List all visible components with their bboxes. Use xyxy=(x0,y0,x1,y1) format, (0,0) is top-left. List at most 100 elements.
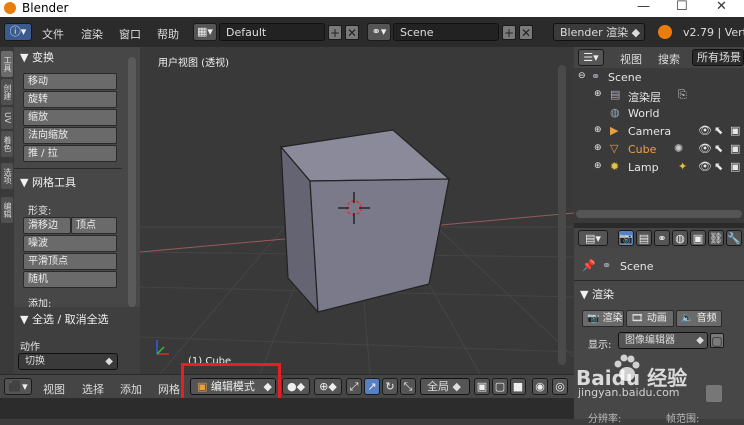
outliner-type-icon[interactable]: ☰▾ xyxy=(578,49,604,66)
outliner-row-render-layers[interactable]: ⊕ ▤ 渲染层 ⎘ xyxy=(574,87,744,105)
menu-file[interactable]: 文件 xyxy=(42,26,64,42)
outliner-row-world[interactable]: ◍ World xyxy=(574,105,744,123)
translate-manipulator-icon[interactable]: ↗ xyxy=(364,378,380,395)
edge-select-icon[interactable]: ▢ xyxy=(492,378,508,395)
expand-icon[interactable]: ⊕ xyxy=(594,89,602,99)
tab-edit[interactable]: 编辑 xyxy=(1,197,13,223)
menu-select[interactable]: 选择 xyxy=(82,381,104,397)
proportional-edit-icon[interactable]: ◎ xyxy=(552,378,568,395)
eye-icon[interactable]: 👁 xyxy=(698,142,712,155)
lock-interface-icon[interactable]: ▢ xyxy=(710,333,724,348)
collapse-icon[interactable]: ⊖ xyxy=(578,71,586,81)
layout-name-field[interactable]: Default xyxy=(219,23,325,41)
add-layout-button[interactable]: + xyxy=(328,25,342,40)
scale-button[interactable]: 缩放 xyxy=(23,109,117,126)
cursor-restrict-icon[interactable]: ⬉ xyxy=(714,142,723,155)
menu-add[interactable]: 添加 xyxy=(120,381,142,397)
shrink-fatten-button[interactable]: 法向缩放 xyxy=(23,127,117,144)
editor-type-icon[interactable]: ⬛▾ xyxy=(4,378,32,395)
menu-render[interactable]: 渲染 xyxy=(81,26,103,42)
menu-window[interactable]: 窗口 xyxy=(119,26,141,42)
display-mode-select[interactable]: 所有场景 xyxy=(692,49,744,66)
render-layers-tab-icon[interactable]: ▤ xyxy=(636,230,652,246)
render-engine-select[interactable]: Blender 渲染 ◆ xyxy=(553,23,645,41)
menu-view[interactable]: 视图 xyxy=(43,381,65,397)
minimize-button[interactable]: — xyxy=(637,0,650,14)
smooth-vertex-button[interactable]: 平滑顶点 xyxy=(23,253,117,270)
tab-create[interactable]: 创建 xyxy=(1,79,13,105)
render-image-button[interactable]: 📷 渲染 xyxy=(582,310,624,327)
world-tab-icon[interactable]: ◍ xyxy=(672,230,688,246)
render-restrict-icon[interactable]: ▣ xyxy=(730,124,740,137)
close-button[interactable]: ✕ xyxy=(716,0,727,14)
rotate-button[interactable]: 旋转 xyxy=(23,91,117,108)
face-select-icon[interactable]: ■ xyxy=(510,378,526,395)
expand-icon[interactable]: ⊕ xyxy=(594,125,602,135)
modifiers-tab-icon[interactable]: 🔧 xyxy=(726,230,742,246)
info-editor-type-button[interactable]: ⓘ▾ xyxy=(4,23,32,41)
add-scene-button[interactable]: + xyxy=(502,25,516,40)
tab-options[interactable]: 选项 xyxy=(1,163,13,189)
scene-icon[interactable]: ⚭▾ xyxy=(367,23,391,41)
action-select[interactable]: 切换 ◆ xyxy=(18,353,118,370)
properties-type-icon[interactable]: ▤▾ xyxy=(578,230,608,246)
window-titlebar: Blender — ☐ ✕ xyxy=(0,0,744,17)
outliner-row-scene[interactable]: ⊖ ⚭ Scene xyxy=(574,69,744,87)
vertex-select-icon[interactable]: ▣ xyxy=(474,378,490,395)
eye-icon[interactable]: 👁 xyxy=(698,160,712,173)
viewport-scrollbar[interactable] xyxy=(558,65,566,365)
tab-uv[interactable]: UV xyxy=(1,107,13,129)
render-animation-button[interactable]: 🎞 动画 xyxy=(626,310,674,327)
transform-manipulator-icon[interactable]: ⤢ xyxy=(346,378,362,395)
render-audio-button[interactable]: 🔈 音频 xyxy=(676,310,722,327)
constraints-tab-icon[interactable]: ⛓ xyxy=(708,230,724,246)
maximize-button[interactable]: ☐ xyxy=(676,0,688,14)
screen-layout-icon[interactable]: ▦▾ xyxy=(193,23,217,41)
vertex-slide-button[interactable]: 顶点 xyxy=(71,217,117,234)
outliner-row-lamp[interactable]: ⊕ ✹ Lamp ✦ 👁 ⬉ ▣ xyxy=(574,159,744,177)
tab-tools[interactable]: 工具 xyxy=(1,51,13,77)
expand-icon[interactable]: ⊕ xyxy=(594,161,602,171)
tool-shelf-scrollbar[interactable] xyxy=(128,57,136,307)
rotate-manipulator-icon[interactable]: ↻ xyxy=(382,378,398,395)
pin-icon[interactable]: 📌 xyxy=(582,259,596,272)
randomize-button[interactable]: 随机 xyxy=(23,271,117,288)
render-restrict-icon[interactable]: ▣ xyxy=(730,160,740,173)
remove-layout-button[interactable]: ✕ xyxy=(345,25,359,40)
outliner-menu-view[interactable]: 视图 xyxy=(620,51,642,67)
tab-shading[interactable]: 着色 xyxy=(1,131,13,157)
display-select[interactable]: 图像编辑器 ◆ xyxy=(618,332,708,349)
scale-manipulator-icon[interactable]: ⤡ xyxy=(400,378,416,395)
move-button[interactable]: 移动 xyxy=(23,73,117,90)
object-tab-icon[interactable]: ▣ xyxy=(690,230,706,246)
pivot-point-icon[interactable]: ⊕◆ xyxy=(314,378,342,395)
remove-scene-button[interactable]: ✕ xyxy=(519,25,533,40)
push-pull-button[interactable]: 推 / 拉 xyxy=(23,145,117,162)
outliner-row-camera[interactable]: ⊕ ▶ Camera 👁 ⬉ ▣ xyxy=(574,123,744,141)
outliner-row-cube[interactable]: ⊕ ▽ Cube ✺ 👁 ⬉ ▣ xyxy=(574,141,744,159)
cube-mesh[interactable] xyxy=(279,129,451,314)
edge-slide-button[interactable]: 滑移边 xyxy=(23,217,71,234)
render-tab-icon[interactable]: 📷 xyxy=(618,230,634,246)
scene-tab-icon[interactable]: ⚭ xyxy=(654,230,670,246)
cursor-restrict-icon[interactable]: ⬉ xyxy=(714,124,723,137)
panel-transform-header[interactable]: ▼ 变换 xyxy=(20,49,54,65)
3d-viewport[interactable]: 用户视图 (透视) (1) Cube xyxy=(140,47,574,374)
noise-button[interactable]: 噪波 xyxy=(23,235,117,252)
occlude-geometry-icon[interactable]: ◉ xyxy=(532,378,548,395)
scene-name-field[interactable]: Scene xyxy=(393,23,499,41)
outliner-scrollbar[interactable] xyxy=(576,210,742,218)
cursor-restrict-icon[interactable]: ⬉ xyxy=(714,160,723,173)
panel-select-all-header[interactable]: ▼ 全选 / 取消全选 xyxy=(20,311,109,327)
timeline-strip[interactable] xyxy=(0,398,574,419)
orientation-select[interactable]: 全局 ◆ xyxy=(420,378,470,395)
menu-help[interactable]: 帮助 xyxy=(157,26,179,42)
panel-render-header[interactable]: ▼ 渲染 xyxy=(580,286,614,302)
menu-mesh[interactable]: 网格 xyxy=(158,381,180,397)
panel-mesh-tools-header[interactable]: ▼ 网格工具 xyxy=(20,174,76,190)
outliner-menu-search[interactable]: 搜索 xyxy=(658,51,680,67)
eye-icon[interactable]: 👁 xyxy=(698,124,712,137)
viewport-shading-icon[interactable]: ●◆ xyxy=(282,378,310,395)
render-restrict-icon[interactable]: ▣ xyxy=(730,142,740,155)
expand-icon[interactable]: ⊕ xyxy=(594,143,602,153)
